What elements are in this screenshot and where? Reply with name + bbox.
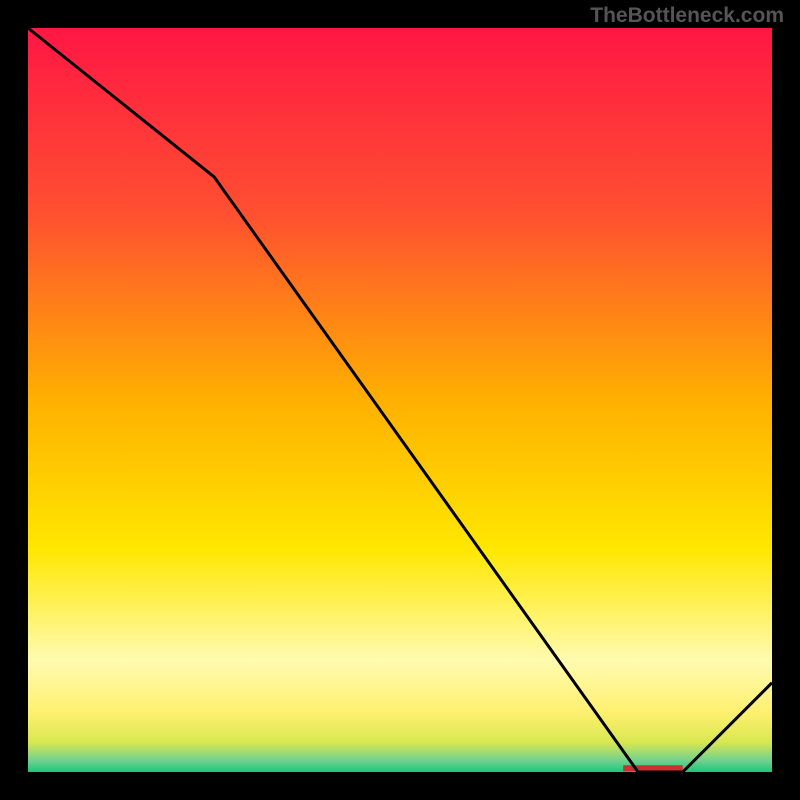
chart-svg [28, 28, 772, 772]
chart-background [28, 28, 772, 772]
chart-plot-area [28, 28, 772, 772]
watermark-text: TheBottleneck.com [590, 4, 784, 28]
